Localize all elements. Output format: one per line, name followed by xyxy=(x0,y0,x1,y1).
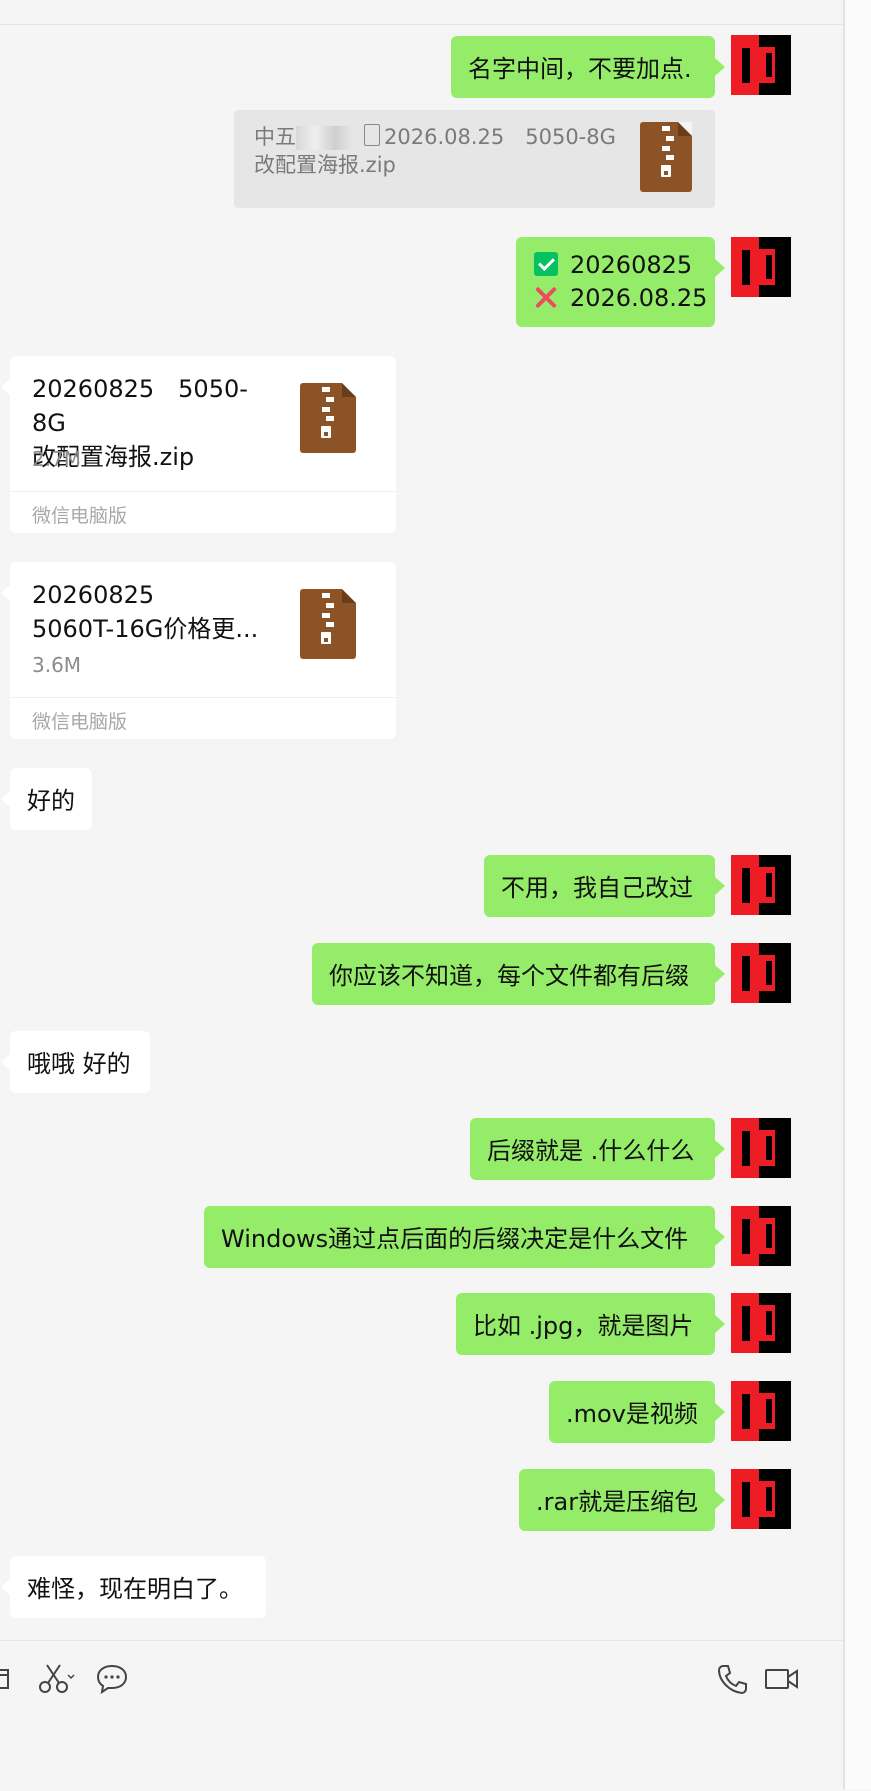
avatar[interactable] xyxy=(731,855,791,915)
folder-icon[interactable] xyxy=(0,1666,14,1692)
blurred-name xyxy=(296,126,354,150)
file-message-card[interactable]: 20260825 5060T-16G价格更... 3.6M 微信电脑版 xyxy=(1,562,396,739)
message-bubble-outgoing[interactable]: 20260825 2026.08.25 xyxy=(516,237,725,327)
document-icon xyxy=(364,124,380,146)
top-divider xyxy=(0,24,843,25)
video-call-icon[interactable] xyxy=(764,1666,800,1692)
scissors-icon[interactable] xyxy=(38,1663,76,1695)
message-bubble-outgoing[interactable]: Windows通过点后面的后缀决定是什么文件 xyxy=(204,1206,725,1268)
message-bubble-outgoing[interactable]: 你应该不知道，每个文件都有后缀 xyxy=(312,943,725,1005)
message-text: 后缀就是 .什么什么 xyxy=(487,1137,695,1165)
file-source-label: 微信电脑版 xyxy=(10,697,396,739)
message-bubble-incoming[interactable]: 哦哦 好的 xyxy=(1,1031,150,1093)
correct-format-line: 20260825 xyxy=(534,249,697,282)
avatar[interactable] xyxy=(731,943,791,1003)
file-size: 2.7M xyxy=(32,447,82,471)
message-text: 名字中间，不要加点. xyxy=(468,55,692,83)
file-source-label: 微信电脑版 xyxy=(10,491,396,533)
file-name: 20260825 5060T-16G价格更... xyxy=(32,581,259,643)
side-panel-edge xyxy=(845,0,871,1790)
message-bubble-outgoing[interactable]: 比如 .jpg，就是图片 xyxy=(456,1293,725,1355)
avatar[interactable] xyxy=(731,1118,791,1178)
message-text: .mov是视频 xyxy=(566,1400,698,1428)
message-bubble-outgoing[interactable]: 名字中间，不要加点. xyxy=(451,36,725,98)
wrong-format-line: 2026.08.25 xyxy=(534,282,707,315)
avatar[interactable] xyxy=(731,1206,791,1266)
file-size: 3.6M xyxy=(32,653,82,677)
avatar[interactable] xyxy=(731,237,791,297)
message-text: 哦哦 好的 xyxy=(27,1050,131,1078)
quote-line-2: 改配置海报.zip xyxy=(254,153,396,177)
cross-icon xyxy=(534,285,558,309)
checkmark-icon xyxy=(534,252,558,276)
file-message-card[interactable]: 20260825 5050-8G 改配置海报.zip 2.7M 微信电脑版 xyxy=(1,356,396,533)
message-text: Windows通过点后面的后缀决定是什么文件 xyxy=(221,1225,689,1253)
zip-file-icon xyxy=(300,383,356,453)
message-bubble-outgoing[interactable]: .rar就是压缩包 xyxy=(519,1469,725,1531)
message-text: 不用，我自己改过 xyxy=(501,874,693,902)
zip-file-icon xyxy=(640,122,692,192)
message-text: 难怪，现在明白了。 xyxy=(27,1575,243,1603)
quote-line-1: 中五 2026.08.25 5050-8G xyxy=(254,124,616,150)
message-text: .rar就是压缩包 xyxy=(536,1488,699,1516)
avatar[interactable] xyxy=(731,1381,791,1441)
input-toolbar xyxy=(0,1640,843,1791)
quoted-file-message[interactable]: 中五 2026.08.25 5050-8G 改配置海报.zip xyxy=(234,110,715,208)
phone-icon[interactable] xyxy=(716,1663,748,1695)
message-bubble-outgoing[interactable]: 后缀就是 .什么什么 xyxy=(470,1118,725,1180)
message-bubble-incoming[interactable]: 难怪，现在明白了。 xyxy=(1,1556,266,1618)
avatar[interactable] xyxy=(731,1293,791,1353)
zip-file-icon xyxy=(300,589,356,659)
avatar[interactable] xyxy=(731,35,791,95)
message-text: 好的 xyxy=(27,787,75,815)
chat-bubble-icon[interactable] xyxy=(95,1663,129,1695)
message-bubble-outgoing[interactable]: 不用，我自己改过 xyxy=(484,855,725,917)
avatar[interactable] xyxy=(731,1469,791,1529)
message-text: 你应该不知道，每个文件都有后缀 xyxy=(329,962,689,990)
message-bubble-outgoing[interactable]: .mov是视频 xyxy=(549,1381,725,1443)
message-text: 比如 .jpg，就是图片 xyxy=(473,1312,694,1340)
message-bubble-incoming[interactable]: 好的 xyxy=(1,768,92,830)
